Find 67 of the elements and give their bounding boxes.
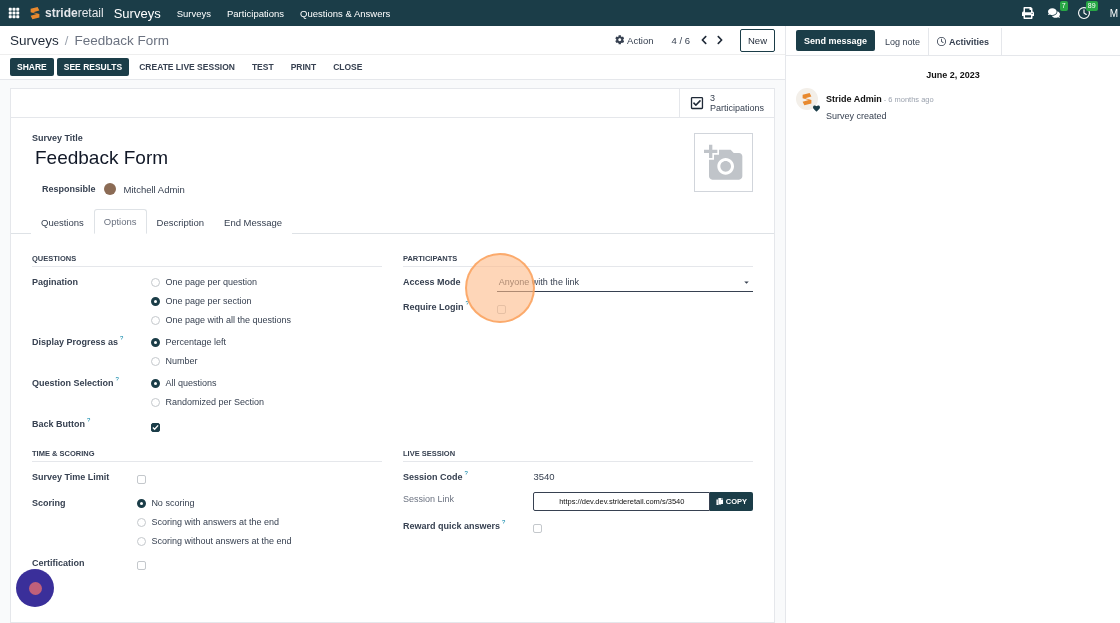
option-label: Number (165, 355, 198, 368)
logo: strideretail (28, 6, 104, 20)
option-label: Randomized per Section (165, 396, 264, 409)
avatar (103, 183, 116, 195)
toolbar-button[interactable]: SHARE (10, 58, 54, 76)
message-body: Survey created (826, 111, 888, 121)
toolbar-button[interactable]: CLOSE (326, 58, 370, 76)
gear-icon (614, 35, 625, 45)
app-name: Surveys (113, 5, 161, 21)
copy-icon (716, 497, 724, 506)
breadcrumb-item[interactable]: Surveys (10, 32, 59, 48)
user-menu[interactable]: M (1109, 7, 1118, 19)
menu-item[interactable]: Questions & Answers (300, 7, 391, 19)
field-label: Certification (32, 557, 85, 570)
option-label: No scoring (151, 497, 195, 510)
field-label: Back Button (32, 418, 85, 431)
field-label: Pagination (32, 276, 78, 289)
menu-item[interactable]: Participations (227, 7, 285, 19)
option-label: One page with all the questions (165, 314, 291, 327)
tab[interactable]: Options (93, 209, 147, 234)
clock-icon (937, 37, 947, 46)
option-label: One page per section (165, 295, 252, 308)
field-label: Session Code (403, 471, 463, 484)
survey-title[interactable]: Feedback Form (35, 147, 185, 169)
field-label: Access Mode (403, 276, 461, 289)
toolbar-button[interactable]: TEST (244, 58, 281, 76)
print-icon[interactable] (1021, 7, 1034, 19)
option-label: One page per question (165, 276, 257, 289)
field-value: 3540 (533, 470, 556, 484)
field-label: Reward quick answers (403, 520, 501, 533)
chatter-button[interactable]: Send message (796, 30, 876, 51)
radio-button[interactable] (151, 296, 161, 306)
checkbox-icon (690, 96, 704, 110)
field-label: Require Login (403, 301, 464, 314)
radio-button[interactable] (137, 498, 147, 508)
toolbar-button[interactable]: CREATE LIVE SESSION (132, 58, 242, 76)
field-label: Survey Title (32, 133, 84, 143)
field-label: Scoring (32, 497, 66, 510)
chatter-button[interactable]: Activities (928, 28, 1003, 55)
apps-menu-icon[interactable] (8, 7, 20, 19)
logo-icon (28, 6, 42, 20)
radio-button[interactable] (151, 378, 161, 388)
messages-icon[interactable] (1047, 7, 1060, 19)
toolbar-button[interactable]: PRINT (283, 58, 324, 76)
breadcrumb-separator: / (64, 32, 69, 48)
field-label: Survey Time Limit (32, 471, 110, 484)
pager-value: 4 / 6 (671, 34, 690, 46)
field-label: Responsible (42, 184, 96, 194)
field-label: Session Link (403, 493, 455, 506)
field-label: Display Progress as (32, 336, 119, 349)
field-label: Question Selection (32, 377, 114, 390)
heart-icon (813, 105, 820, 112)
new-button[interactable]: New (740, 28, 775, 52)
option-label: Scoring without answers at the end (151, 535, 292, 548)
recording-bubble[interactable] (16, 569, 54, 607)
responsible-name[interactable]: Mitchell Admin (123, 183, 185, 195)
date-separator: June 2, 2023 (925, 70, 981, 80)
option-label: Scoring with answers at the end (151, 516, 279, 529)
checkbox[interactable] (151, 423, 161, 432)
message-author: Stride Admin (826, 94, 882, 104)
action-button[interactable]: Action (614, 34, 654, 46)
option-label: All questions (165, 377, 217, 390)
option-label: Percentage left (165, 336, 226, 349)
toolbar-button[interactable]: SEE RESULTS (56, 58, 130, 76)
radio-button[interactable] (151, 337, 161, 347)
breadcrumb-item[interactable]: Feedback Form (74, 32, 169, 48)
menu-item[interactable]: Surveys (176, 7, 211, 19)
